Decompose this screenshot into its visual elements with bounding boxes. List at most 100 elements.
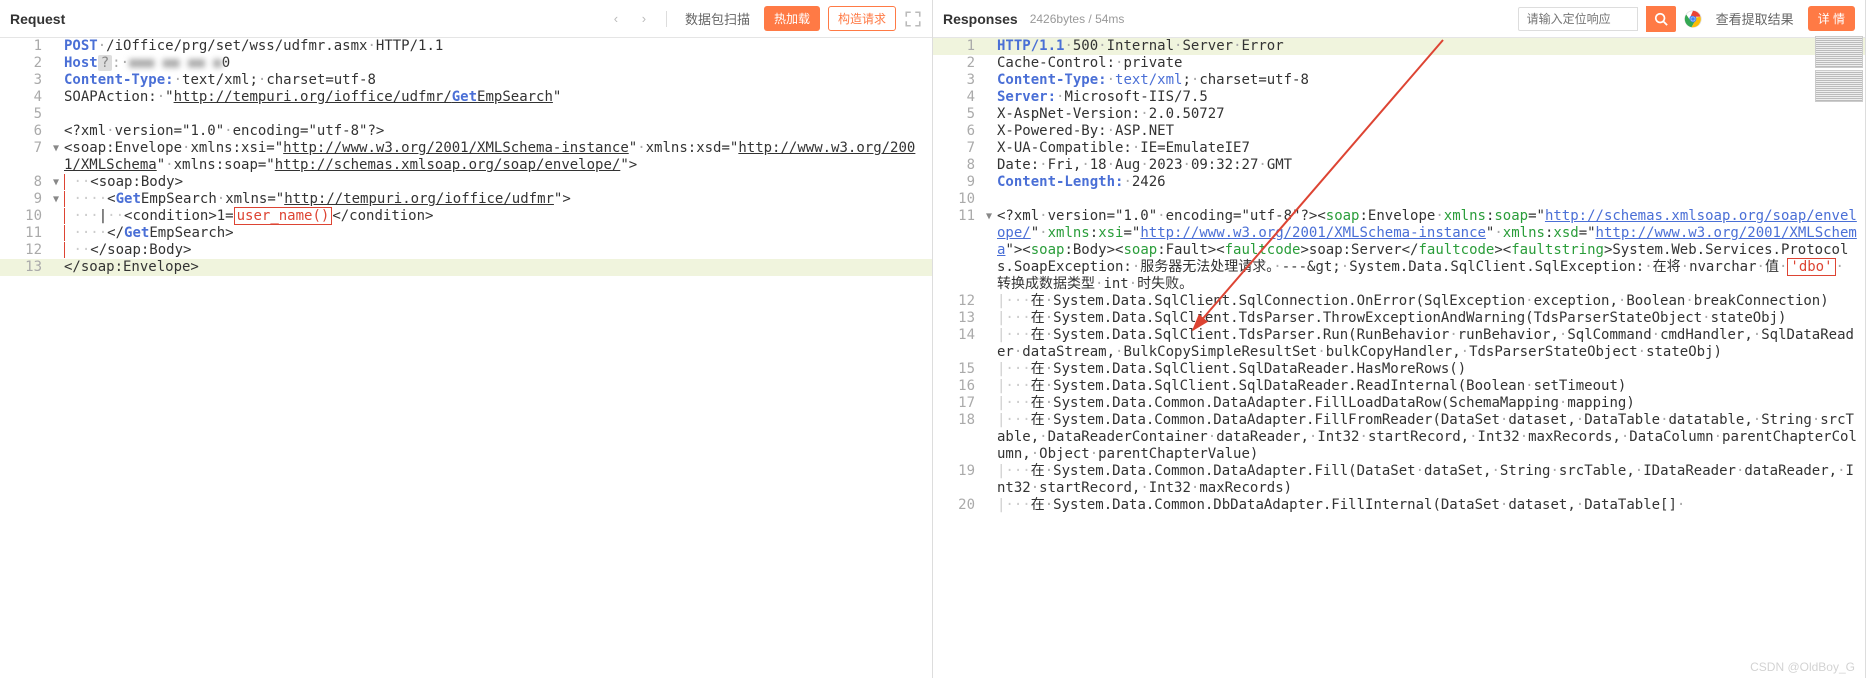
code-line[interactable]: 13</soap:Envelope> — [0, 259, 932, 276]
code-line[interactable]: 10 — [933, 191, 1865, 208]
code-line[interactable]: 7X-UA-Compatible:·IE=EmulateIE7 — [933, 140, 1865, 157]
code-line[interactable]: 12|···在·System.Data.SqlClient.SqlConnect… — [933, 293, 1865, 310]
request-header: Request ‹ › 数据包扫描 热加载 构造请求 — [0, 0, 932, 38]
line-number: 5 — [0, 106, 48, 123]
chrome-icon[interactable] — [1684, 10, 1702, 28]
code-line[interactable]: 18|···在·System.Data.Common.DataAdapter.F… — [933, 412, 1865, 463]
fullscreen-icon[interactable] — [904, 10, 922, 28]
fold-toggle — [981, 361, 997, 378]
line-number: 13 — [933, 310, 981, 327]
fold-toggle — [981, 174, 997, 191]
line-content: Content-Type:·text/xml;·charset=utf-8 — [997, 72, 1865, 89]
code-line[interactable]: 3Content-Type:·text/xml;·charset=utf-8 — [933, 72, 1865, 89]
line-number: 11 — [933, 208, 981, 293]
view-extract-button[interactable]: 查看提取结果 — [1710, 5, 1800, 32]
hotload-button[interactable]: 热加载 — [764, 6, 820, 31]
line-content: Date:·Fri,·18·Aug·2023·09:32:27·GMT — [997, 157, 1865, 174]
line-content: <?xml·version="1.0"·encoding="utf-8"?> — [64, 123, 932, 140]
response-header: Responses 2426bytes / 54ms 查看提取结果 详 情 — [933, 0, 1865, 38]
watermark: CSDN @OldBoy_G — [1750, 660, 1855, 674]
next-button[interactable]: › — [634, 9, 654, 29]
code-line[interactable]: 2 Cache-Control:·private — [933, 55, 1865, 72]
line-content: Host?:·■■■ ■■ ■■ ■0 — [64, 55, 932, 72]
line-number: 2 — [933, 55, 981, 72]
code-line[interactable]: 19|···在·System.Data.Common.DataAdapter.F… — [933, 463, 1865, 497]
code-line[interactable]: 6X-Powered-By:·ASP.NET — [933, 123, 1865, 140]
fold-toggle — [981, 310, 997, 327]
code-line[interactable]: 20|···在·System.Data.Common.DbDataAdapter… — [933, 497, 1865, 514]
line-content: |···在·System.Data.SqlClient.TdsParser.Ru… — [997, 327, 1865, 361]
fold-toggle[interactable]: ▼ — [48, 191, 64, 208]
code-line[interactable]: 16|···在·System.Data.SqlClient.SqlDataRea… — [933, 378, 1865, 395]
line-content: Cache-Control:·private — [997, 55, 1865, 72]
minimap-thumb — [1815, 70, 1863, 102]
detail-button[interactable]: 详 情 — [1808, 6, 1855, 31]
fold-toggle[interactable]: ▼ — [48, 174, 64, 191]
build-request-button[interactable]: 构造请求 — [828, 6, 896, 31]
code-line[interactable]: 11 ····</GetEmpSearch> — [0, 225, 932, 242]
line-number: 1 — [933, 38, 981, 55]
code-line[interactable]: 15|···在·System.Data.SqlClient.SqlDataRea… — [933, 361, 1865, 378]
line-content: Content-Type:·text/xml;·charset=utf-8 — [64, 72, 932, 89]
fold-toggle — [981, 140, 997, 157]
line-content — [997, 191, 1865, 208]
minimap[interactable] — [1815, 36, 1863, 104]
line-number: 9 — [0, 191, 48, 208]
line-number: 11 — [0, 225, 48, 242]
fold-toggle — [981, 123, 997, 140]
code-line[interactable]: 9Content-Length:·2426 — [933, 174, 1865, 191]
response-code[interactable]: 1HTTP/1.1·500·Internal·Server·Error2 Cach… — [933, 38, 1865, 678]
fold-toggle[interactable]: ▼ — [48, 140, 64, 174]
code-line[interactable]: 1HTTP/1.1·500·Internal·Server·Error — [933, 38, 1865, 55]
code-line[interactable]: 4 SOAPAction:·"http://tempuri.org/ioffice… — [0, 89, 932, 106]
response-meta: 2426bytes / 54ms — [1030, 12, 1125, 26]
code-line[interactable]: 4 Server:·Microsoft-IIS/7.5 — [933, 89, 1865, 106]
line-number: 4 — [0, 89, 48, 106]
fold-toggle — [981, 412, 997, 463]
code-line[interactable]: 7▼<soap:Envelope·xmlns:xsi="http://www.w… — [0, 140, 932, 174]
line-number: 8 — [933, 157, 981, 174]
code-line[interactable]: 10 ···|··<condition>1=user_name()</condi… — [0, 208, 932, 225]
line-number: 12 — [0, 242, 48, 259]
code-line[interactable]: 11▼<?xml·version="1.0"·encoding="utf-8"?… — [933, 208, 1865, 293]
request-pane: Request ‹ › 数据包扫描 热加载 构造请求 1POST·/iOffic… — [0, 0, 933, 678]
code-line[interactable]: 12 ··</soap:Body> — [0, 242, 932, 259]
fold-toggle — [981, 463, 997, 497]
fold-toggle — [981, 327, 997, 361]
line-content: <?xml·version="1.0"·encoding="utf-8"?><s… — [997, 208, 1865, 293]
fold-toggle — [981, 293, 997, 310]
line-number: 10 — [0, 208, 48, 225]
code-line[interactable]: 17|···在·System.Data.Common.DataAdapter.F… — [933, 395, 1865, 412]
code-line[interactable]: 8▼ ··<soap:Body> — [0, 174, 932, 191]
request-title: Request — [10, 11, 65, 27]
search-input[interactable] — [1518, 7, 1638, 31]
code-line[interactable]: 5X-AspNet-Version:·2.0.50727 — [933, 106, 1865, 123]
line-number: 14 — [933, 327, 981, 361]
fold-toggle — [981, 89, 997, 106]
fold-toggle — [48, 106, 64, 123]
line-content: SOAPAction:·"http://tempuri.org/ioffice/… — [64, 89, 932, 106]
search-button[interactable] — [1646, 6, 1676, 32]
code-line[interactable]: 3 Content-Type:·text/xml;·charset=utf-8 — [0, 72, 932, 89]
code-line[interactable]: 5 — [0, 106, 932, 123]
line-number: 18 — [933, 412, 981, 463]
code-line[interactable]: 13|···在·System.Data.SqlClient.TdsParser.… — [933, 310, 1865, 327]
line-content: </soap:Envelope> — [64, 259, 932, 276]
code-line[interactable]: 8 Date:·Fri,·18·Aug·2023·09:32:27·GMT — [933, 157, 1865, 174]
code-line[interactable]: 14 |···在·System.Data.SqlClient.TdsParser.… — [933, 327, 1865, 361]
code-line[interactable]: 9▼ ····<GetEmpSearch·xmlns="http://tempu… — [0, 191, 932, 208]
fold-toggle[interactable]: ▼ — [981, 208, 997, 293]
fold-toggle — [48, 38, 64, 55]
line-number: 4 — [933, 89, 981, 106]
code-line[interactable]: 6 <?xml·version="1.0"·encoding="utf-8"?> — [0, 123, 932, 140]
request-code[interactable]: 1POST·/iOffice/prg/set/wss/udfmr.asmx·HT… — [0, 38, 932, 678]
prev-button[interactable]: ‹ — [606, 9, 626, 29]
line-content: POST·/iOffice/prg/set/wss/udfmr.asmx·HTT… — [64, 38, 932, 55]
line-number: 6 — [0, 123, 48, 140]
line-content: Server:·Microsoft-IIS/7.5 — [997, 89, 1865, 106]
line-content: X-Powered-By:·ASP.NET — [997, 123, 1865, 140]
code-line[interactable]: 1POST·/iOffice/prg/set/wss/udfmr.asmx·HT… — [0, 38, 932, 55]
scan-button[interactable]: 数据包扫描 — [679, 5, 756, 32]
code-line[interactable]: 2Host?:·■■■ ■■ ■■ ■0 — [0, 55, 932, 72]
line-number: 3 — [0, 72, 48, 89]
